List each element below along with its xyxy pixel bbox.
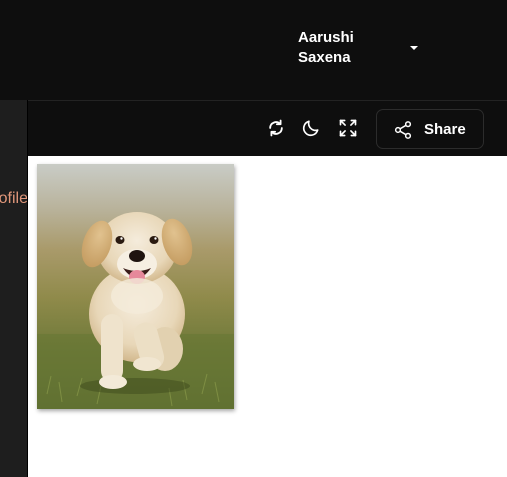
content-area <box>28 156 507 477</box>
fullscreen-icon[interactable] <box>337 117 359 139</box>
toolbar: Share <box>28 100 507 156</box>
puppy-photo[interactable] <box>37 164 234 409</box>
moon-icon[interactable] <box>300 117 322 139</box>
caret-down-icon[interactable] <box>410 46 418 50</box>
share-label: Share <box>424 121 466 138</box>
top-header: Aarushi Saxena <box>0 0 507 100</box>
user-name[interactable]: Aarushi Saxena <box>298 28 378 68</box>
sidebar-item-profile[interactable]: ofile <box>0 189 28 209</box>
share-icon <box>394 121 412 139</box>
share-button[interactable]: Share <box>376 109 484 149</box>
sidebar: ofile <box>0 100 28 477</box>
user-menu[interactable]: Aarushi Saxena <box>298 28 428 72</box>
refresh-icon[interactable] <box>265 117 287 139</box>
